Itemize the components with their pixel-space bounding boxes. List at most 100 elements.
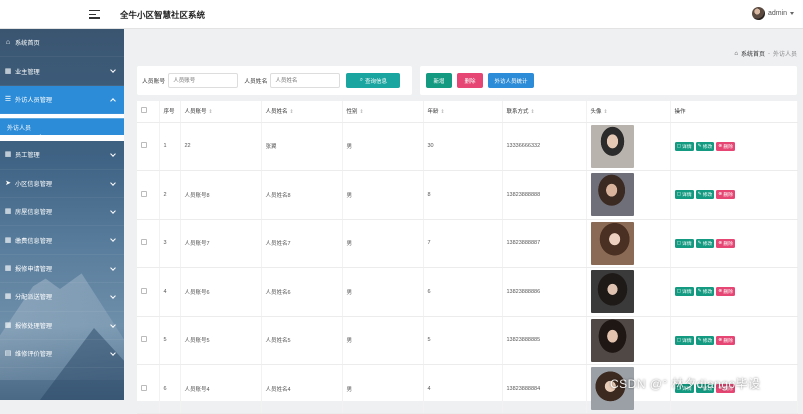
row-delete-button[interactable]: ⊗ 删除 <box>716 238 735 248</box>
column-header-phone[interactable]: 联系方式 ⇕ <box>502 101 587 123</box>
column-header-gender[interactable]: 性别 ⇕ <box>342 101 424 123</box>
cell-age: 7 <box>423 219 503 268</box>
select-all-checkbox[interactable] <box>141 107 147 114</box>
sidebar-item-staff[interactable]: ▦ 员工管理 <box>0 141 124 170</box>
edit-icon: ✎ <box>697 192 702 198</box>
menu-toggle-icon[interactable] <box>89 10 100 19</box>
watermark: CSDN @° 林夕django毕设 <box>610 377 761 391</box>
breadcrumb-home[interactable]: 系统首页 <box>741 49 765 58</box>
edit-button[interactable]: ✎ 修改 <box>695 190 715 200</box>
chevron-down-icon <box>110 208 116 214</box>
user-name: admin <box>768 10 788 17</box>
column-header: 序号 <box>159 101 181 123</box>
detail-button[interactable]: ▢ 详情 <box>674 287 694 297</box>
home-icon: ⌂ <box>5 39 11 47</box>
sidebar-item-repair-request[interactable]: ▦ 报修申请管理 <box>0 255 124 284</box>
column-label: 性别 <box>346 109 358 116</box>
edit-button[interactable]: ✎ 修改 <box>695 238 715 248</box>
column-header-name[interactable]: 人员姓名 ⇕ <box>261 101 343 123</box>
cell-avatar <box>586 267 671 317</box>
detail-button[interactable]: ▢ 详情 <box>674 335 694 345</box>
cell-name: 人员姓名4 <box>261 364 343 414</box>
row-checkbox[interactable] <box>141 384 147 391</box>
grid-icon: ▦ <box>4 293 12 301</box>
cell-name: 人员姓名6 <box>261 267 343 317</box>
grid-icon: ▦ <box>4 264 12 272</box>
row-delete-button[interactable]: ⊗ 删除 <box>716 190 735 200</box>
detail-button[interactable]: ▢ 详情 <box>674 141 694 151</box>
sidebar-submenu: 外访人员 <box>0 114 124 142</box>
table-header-row: 序号 人员账号 ⇕ 人员姓名 ⇕ 性别 ⇕ 年龄 ⇕ 联系方式 ⇕ 头像 ⇕ 操作 <box>137 101 798 123</box>
delete-icon: ⊗ <box>718 143 723 149</box>
column-header-account[interactable]: 人员账号 ⇕ <box>180 101 262 123</box>
row-checkbox[interactable] <box>141 142 147 149</box>
row-select-cell <box>137 122 160 171</box>
add-button[interactable]: 新增 <box>426 73 452 88</box>
delete-label: 删除 <box>723 144 733 150</box>
account-search-input[interactable] <box>168 73 239 88</box>
edit-button[interactable]: ✎ 修改 <box>695 335 715 345</box>
row-delete-button[interactable]: ⊗ 删除 <box>716 141 735 151</box>
chevron-down-icon <box>110 179 116 186</box>
sidebar-item-community[interactable]: ➤ 小区信息管理 <box>0 170 124 198</box>
sidebar-item-review[interactable]: ▤ 维修评价管理 <box>0 340 124 369</box>
send-icon: ➤ <box>5 179 11 187</box>
cell-index: 1 <box>159 122 181 171</box>
column-header-avatar[interactable]: 头像 ⇕ <box>586 101 671 123</box>
detail-button[interactable]: ▢ 详情 <box>674 238 694 248</box>
cell-index: 5 <box>159 316 181 365</box>
sidebar-item-payment[interactable]: ▦ 缴费信息管理 <box>0 226 124 255</box>
cell-name: 人员姓名5 <box>261 316 343 365</box>
name-search-input[interactable] <box>270 73 341 88</box>
row-checkbox[interactable] <box>141 287 147 294</box>
sidebar-item-repair-handling[interactable]: ▦ 报修处理管理 <box>0 312 124 340</box>
detail-button[interactable]: ▢ 详情 <box>674 190 694 200</box>
top-header: 全牛小区智慧社区系统 admin <box>0 0 803 29</box>
edit-label: 修改 <box>702 144 713 150</box>
column-header-age[interactable]: 年龄 ⇕ <box>423 101 503 123</box>
cell-name: 人员姓名8 <box>261 170 343 220</box>
chevron-up-icon <box>110 97 116 104</box>
detail-icon: ▢ <box>676 240 682 246</box>
delete-button[interactable]: 删除 <box>457 73 483 88</box>
row-checkbox[interactable] <box>141 336 147 343</box>
sort-icon: ⇕ <box>603 109 608 116</box>
sidebar-item-house[interactable]: ▦ 房屋信息管理 <box>0 198 124 227</box>
cell-name: 人员姓名7 <box>261 219 343 268</box>
table-row: 3 人员账号7 人员姓名7 男 7 13823888887 ▢ 详情 ✎ 修改 ⊗ 删… <box>137 219 798 268</box>
row-delete-button[interactable]: ⊗ 删除 <box>716 335 735 345</box>
sidebar-subitem-visitor[interactable]: 外访人员 <box>0 118 124 136</box>
chevron-down-icon <box>110 293 116 299</box>
edit-button[interactable]: ✎ 修改 <box>695 287 715 297</box>
cell-index: 2 <box>159 170 181 220</box>
table-row: 1 22 张翼 男 30 13336666332 ▢ 详情 ✎ 修改 ⊗ 删除 <box>137 122 798 171</box>
cell-phone: 13823888888 <box>502 170 587 220</box>
person-photo <box>590 173 634 217</box>
cell-avatar <box>586 122 671 171</box>
delete-icon: ⊗ <box>718 192 723 198</box>
user-menu[interactable]: admin <box>752 7 795 20</box>
row-delete-button[interactable]: ⊗ 删除 <box>716 287 735 297</box>
cell-actions: ▢ 详情 ✎ 修改 ⊗ 删除 <box>670 219 798 268</box>
cell-actions: ▢ 详情 ✎ 修改 ⊗ 删除 <box>670 122 798 171</box>
detail-label: 详情 <box>682 290 692 296</box>
cell-phone: 13823888887 <box>502 219 587 268</box>
sidebar-item-visitor[interactable]: ☰ 外访人员管理 <box>0 85 124 115</box>
sidebar-item-owner[interactable]: ▦ 业主管理 <box>0 57 124 86</box>
cell-gender: 男 <box>342 122 424 171</box>
cell-actions: ▢ 详情 ✎ 修改 ⊗ 删除 <box>670 267 798 317</box>
edit-button[interactable]: ✎ 修改 <box>695 141 715 151</box>
delete-label: 删除 <box>723 193 733 199</box>
table-row: 5 人员账号5 人员姓名5 男 5 13823888885 ▢ 详情 ✎ 修改 ⊗ 删… <box>137 316 798 365</box>
row-checkbox[interactable] <box>141 190 147 197</box>
row-checkbox[interactable] <box>141 239 147 246</box>
sidebar-item-dispatch[interactable]: ▦ 分配派送管理 <box>0 283 124 312</box>
row-select-cell <box>137 170 160 220</box>
row-actions: ▢ 详情 ✎ 修改 ⊗ 删除 <box>674 238 797 248</box>
stats-button[interactable]: 外访人员统计 <box>488 73 534 88</box>
account-label: 人员账号 <box>142 79 166 85</box>
query-button[interactable]: ⌕ 查询信息 <box>346 73 401 88</box>
edit-icon: ✎ <box>697 240 702 246</box>
chevron-down-icon <box>110 67 116 74</box>
sidebar-item-home[interactable]: ⌂ 系统首页 <box>0 29 124 58</box>
